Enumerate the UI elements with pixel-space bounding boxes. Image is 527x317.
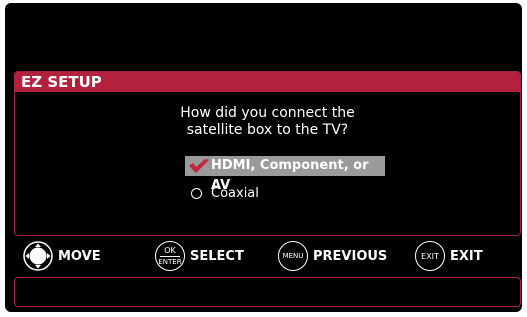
question-line-2: satellite box to the TV?: [186, 122, 349, 138]
ez-setup-panel: EZ SETUP How did you connect the satelli…: [14, 71, 521, 236]
select-control: OK ENTER SELECT: [155, 240, 244, 272]
move-control: MOVE: [23, 240, 101, 272]
exit-label: EXIT: [450, 248, 483, 264]
exit-text: EXIT: [421, 251, 439, 261]
option-coaxial[interactable]: Coaxial: [185, 184, 259, 204]
status-bar: [14, 277, 521, 307]
move-label: MOVE: [58, 248, 101, 264]
remote-controls-legend: MOVE OK ENTER SELECT MENU PREVIOUS EXIT …: [5, 236, 522, 276]
menu-button-icon: MENU: [278, 241, 308, 271]
tv-screen: EZ SETUP How did you connect the satelli…: [5, 3, 522, 312]
setup-question: How did you connect the satellite box to…: [15, 105, 520, 139]
previous-control: MENU PREVIOUS: [278, 240, 387, 272]
radio-icon: [191, 188, 202, 199]
enter-text: ENTER: [158, 257, 182, 266]
previous-label: PREVIOUS: [313, 248, 388, 264]
dpad-icon: [23, 241, 53, 271]
exit-button-icon: EXIT: [415, 241, 445, 271]
ok-enter-button-icon: OK ENTER: [155, 241, 185, 271]
menu-text: MENU: [282, 251, 304, 260]
option-coaxial-label: Coaxial: [211, 186, 259, 201]
ok-text: OK: [164, 245, 176, 255]
select-label: SELECT: [190, 248, 244, 264]
question-line-1: How did you connect the: [180, 105, 355, 121]
option-hdmi[interactable]: HDMI, Component, or AV: [185, 156, 385, 193]
checkmark-icon: [189, 159, 209, 173]
exit-control: EXIT EXIT: [415, 240, 483, 272]
panel-title: EZ SETUP: [15, 72, 520, 92]
